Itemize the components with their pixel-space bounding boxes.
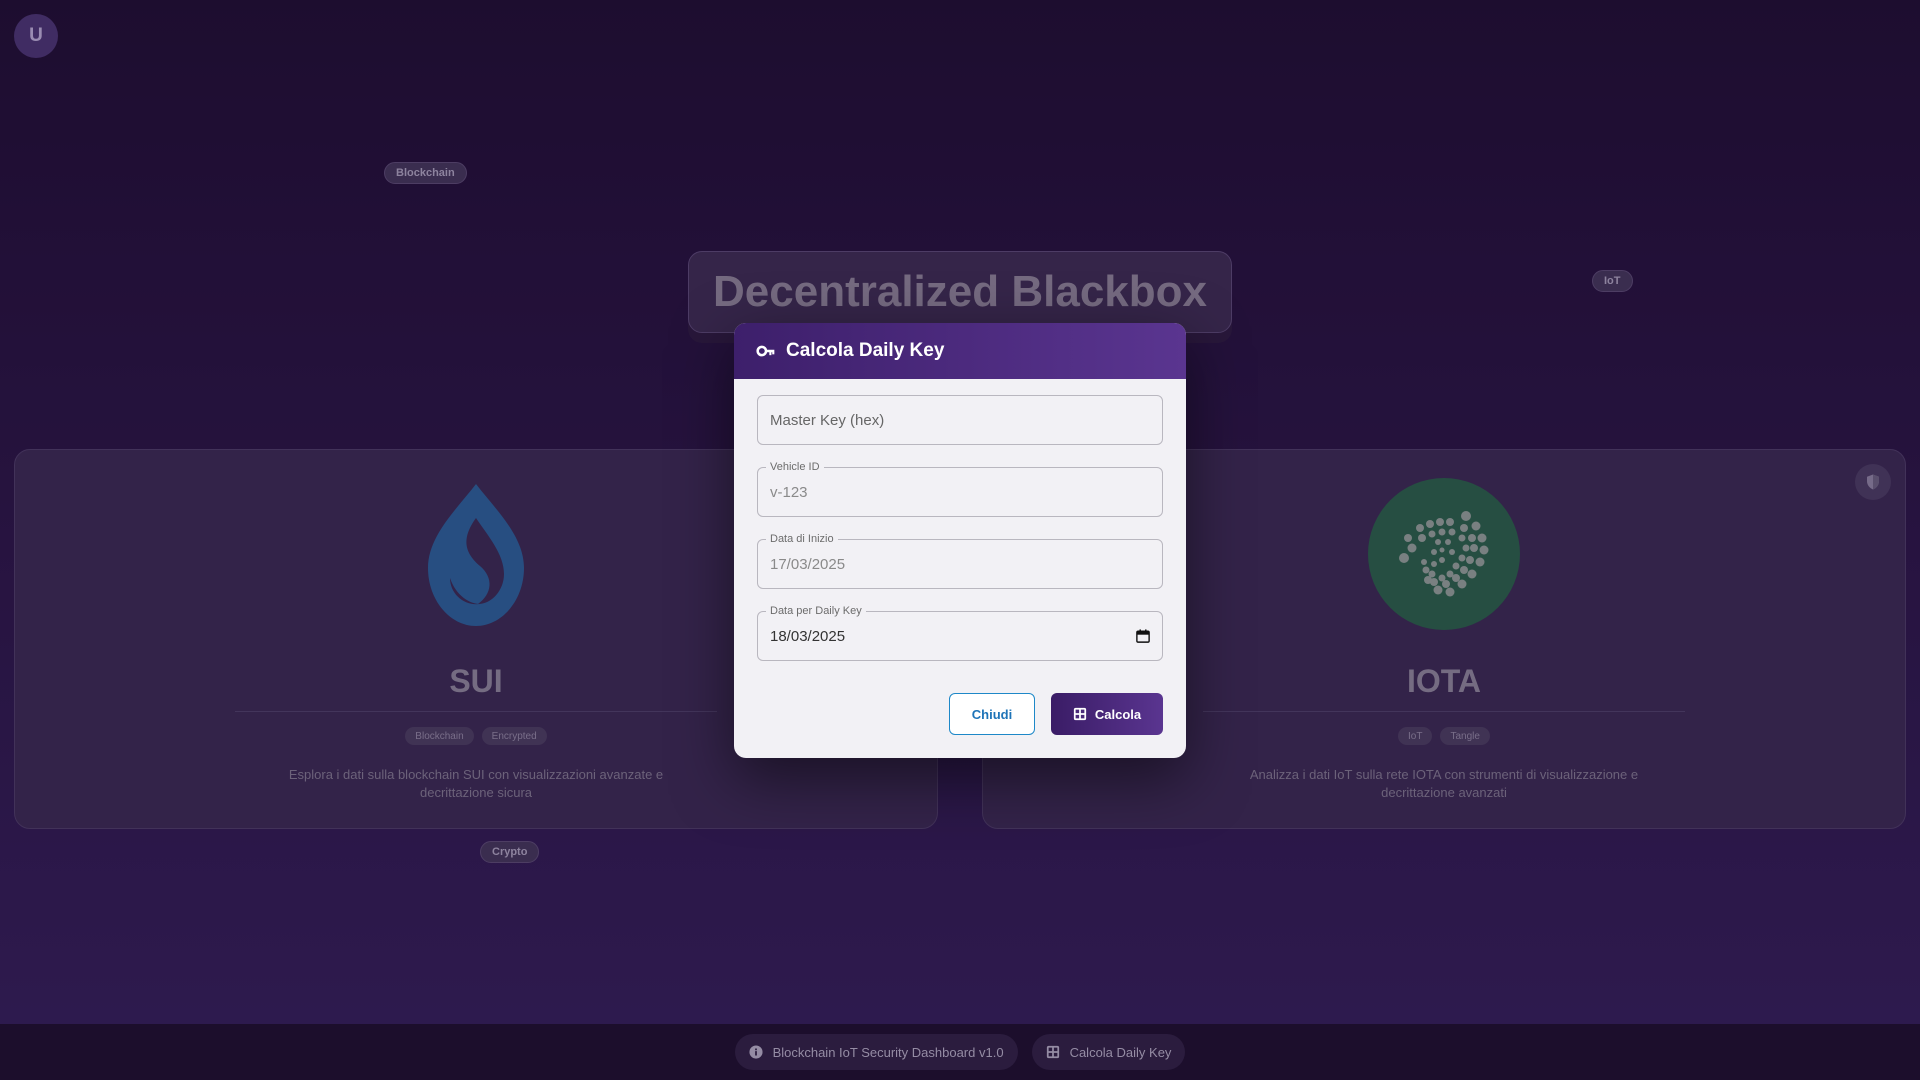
vehicle-id-field[interactable]: Vehicle ID <box>757 461 1163 517</box>
dialog-title: Calcola Daily Key <box>786 340 945 361</box>
version-info[interactable]: Blockchain IoT Security Dashboard v1.0 <box>734 1034 1018 1070</box>
vehicle-id-input[interactable] <box>770 468 1130 516</box>
dialog-header: Calcola Daily Key <box>734 323 1186 379</box>
key-icon <box>756 345 775 357</box>
daily-key-date-field[interactable]: Data per Daily Key <box>757 605 1163 661</box>
calculator-icon <box>1046 1045 1059 1059</box>
calculate-label: Calcola <box>1094 706 1142 722</box>
footer-daily-key-label: Calcola Daily Key <box>1069 1044 1172 1060</box>
master-key-input[interactable] <box>770 396 1130 444</box>
calculator-icon <box>1073 707 1086 721</box>
start-date-input[interactable] <box>770 540 1130 588</box>
daily-key-date-input[interactable] <box>770 612 1130 660</box>
calculate-button[interactable]: Calcola <box>1051 693 1163 735</box>
master-key-field[interactable] <box>757 395 1163 445</box>
start-date-field[interactable]: Data di Inizio <box>757 533 1163 589</box>
daily-key-dialog: Calcola Daily Key Vehicle ID Data di Ini… <box>734 323 1186 758</box>
calendar-icon[interactable] <box>1136 629 1150 643</box>
footer-daily-key-button[interactable]: Calcola Daily Key <box>1031 1034 1186 1070</box>
close-button[interactable]: Chiudi <box>949 693 1035 735</box>
footer-bar: Blockchain IoT Security Dashboard v1.0 C… <box>0 1024 1920 1080</box>
info-icon <box>749 1045 763 1059</box>
version-label: Blockchain IoT Security Dashboard v1.0 <box>772 1044 1004 1060</box>
